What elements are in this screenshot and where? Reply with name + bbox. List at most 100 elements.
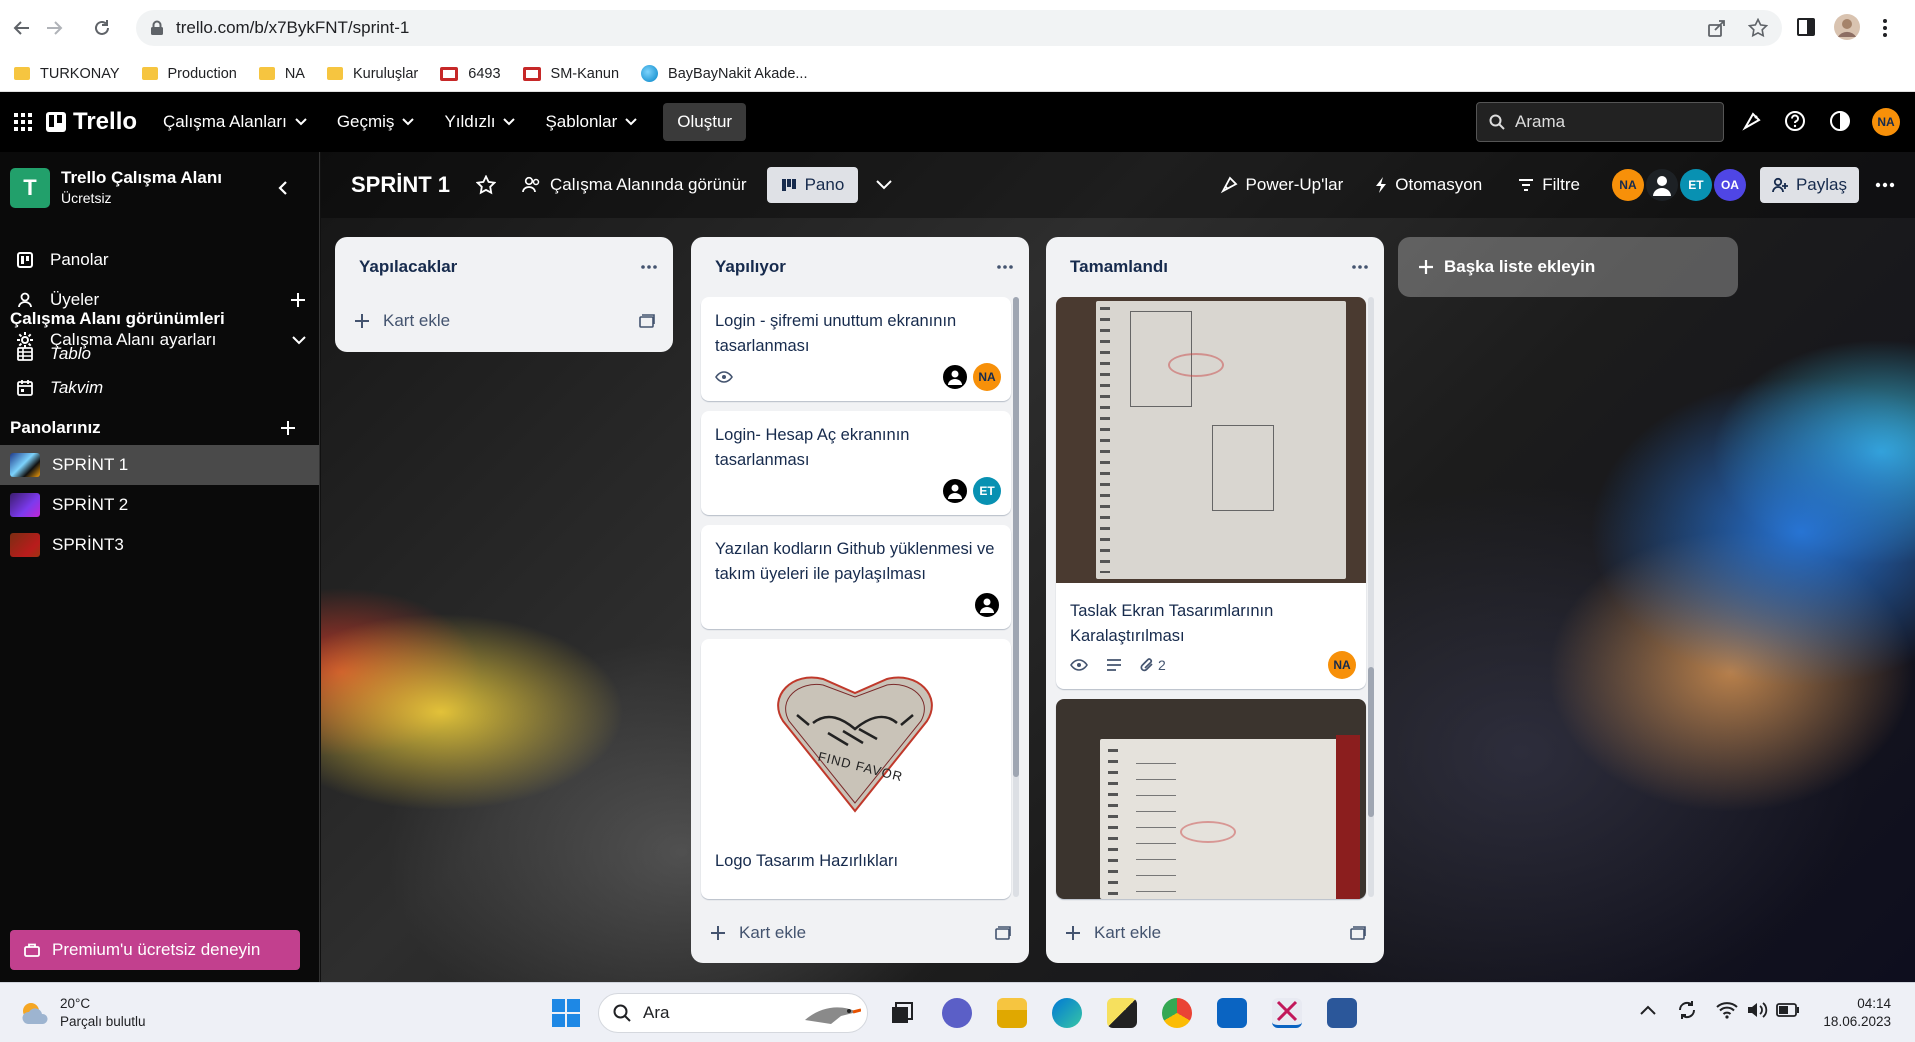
profile-avatar[interactable] [1834,14,1860,40]
add-board-button[interactable] [280,420,296,436]
list-title[interactable]: Yapılıyor [715,257,786,277]
bookmark-item[interactable]: Kuruluşlar [326,66,418,82]
browser-menu-icon[interactable] [1882,18,1888,38]
menu-templates[interactable]: Şablonlar [545,112,638,132]
card[interactable]: FIND FAVOR Logo Tasarım Hazırlıkları [701,639,1011,899]
card-template-button[interactable] [1350,926,1366,940]
sidebar-item-calendar[interactable]: Takvim [14,378,306,398]
member-avatar[interactable]: NA [1611,169,1644,201]
board-menu-button[interactable] [1875,182,1895,188]
card[interactable]: Taslak Ekran Tasarımlarının Karalaştırıl… [1056,297,1366,689]
task-view-icon[interactable] [887,998,917,1028]
trello-logo[interactable]: Trello [46,108,137,136]
list-menu-button[interactable] [997,265,1013,269]
sidebar-board-sprint3[interactable]: SPRİNT3 [0,525,319,565]
notifications-icon[interactable] [1741,110,1763,132]
share-button[interactable]: Paylaş [1759,167,1859,203]
battery-icon[interactable] [1776,1003,1800,1017]
add-card-button[interactable]: Kart ekle [1066,923,1366,943]
reload-icon [95,20,109,35]
list-scrollbar-thumb[interactable] [1368,667,1374,817]
collapse-sidebar-button[interactable] [278,180,288,196]
sidebar-board-sprint-2[interactable]: SPRİNT 2 [0,485,319,525]
search-input[interactable]: Arama [1476,102,1724,142]
list-menu-button[interactable] [1352,265,1368,269]
member-avatar[interactable]: OA [1713,169,1746,201]
star-board-button[interactable] [476,175,497,195]
list-menu-button[interactable] [641,265,657,269]
list-scrollbar-thumb[interactable] [1013,297,1019,777]
sidebar-item-table[interactable]: Tablo [14,344,306,364]
sidebar-item-members[interactable]: Üyeler [14,290,306,310]
chrome-icon[interactable] [1162,998,1192,1028]
help-icon[interactable] [1784,110,1806,132]
member-avatar[interactable] [973,591,1001,619]
member-avatar[interactable]: ET [1679,169,1712,201]
wifi-icon[interactable] [1716,1001,1738,1019]
board-title[interactable]: SPRİNT 1 [351,172,450,198]
bookmark-item[interactable]: NA [258,66,305,82]
menu-recent[interactable]: Geçmiş [337,112,415,132]
volume-icon[interactable] [1746,1001,1768,1019]
add-card-button[interactable]: Kart ekle [355,311,655,331]
automation-button[interactable]: Otomasyon [1375,175,1482,195]
create-button[interactable]: Oluştur [663,103,747,141]
card[interactable]: Yazılan kodların Github yüklenmesi ve ta… [701,525,1011,629]
app-switcher-icon[interactable] [14,113,32,131]
back-button[interactable] [8,14,36,42]
visibility-button[interactable]: Çalışma Alanında görünür [522,175,747,195]
card-template-button[interactable] [995,926,1011,940]
bookmark-item[interactable]: TURKONAY [14,66,120,82]
teams-icon[interactable] [942,998,972,1028]
bookmark-item[interactable]: SM-Kanun [522,66,619,82]
member-avatar[interactable] [941,363,969,391]
show-hidden-icons[interactable] [1640,1005,1656,1015]
card[interactable] [1056,699,1366,899]
member-avatar[interactable]: ET [973,477,1001,505]
sidebar-item-boards[interactable]: Panolar [14,250,306,270]
member-avatar[interactable] [1645,169,1678,201]
share-page-icon[interactable] [1707,18,1727,38]
start-button[interactable] [552,999,582,1029]
power-ups-button[interactable]: Power-Up'lar [1220,175,1343,195]
member-avatar[interactable] [941,477,969,505]
edge-icon[interactable] [1052,998,1082,1028]
view-board-button[interactable]: Pano [766,167,859,203]
word-icon[interactable] [1327,998,1357,1028]
bookmark-item[interactable]: 6493 [440,66,501,82]
more-icon [997,265,1013,269]
card[interactable]: Login- Hesap Aç ekranının tasarlanması E… [701,411,1011,515]
address-bar[interactable]: trello.com/b/x7BykFNT/sprint-1 [136,10,1782,46]
star-bookmark-icon[interactable] [1748,18,1768,38]
list-title[interactable]: Tamamlandı [1070,257,1168,277]
side-panel-icon[interactable] [1797,18,1815,36]
outlook-icon[interactable] [1217,998,1247,1028]
reload-button[interactable] [88,14,116,42]
member-avatar[interactable]: NA [1328,651,1356,679]
sync-icon[interactable] [1676,999,1698,1021]
user-avatar[interactable]: NA [1872,108,1900,136]
add-list-button[interactable]: Başka liste ekleyin [1398,237,1738,297]
premium-trial-button[interactable]: Premium'u ücretsiz deneyin [10,930,300,970]
card-template-button[interactable] [639,314,655,328]
member-avatar[interactable]: NA [973,363,1001,391]
bookmark-item[interactable]: Production [141,66,237,82]
menu-workspaces[interactable]: Çalışma Alanları [163,112,307,132]
taskbar-search[interactable]: Ara [598,993,868,1033]
add-card-button[interactable]: Kart ekle [711,923,1011,943]
snipping-tool-icon[interactable] [1272,998,1302,1028]
sticky-notes-icon[interactable] [1107,998,1137,1028]
theme-toggle-icon[interactable] [1829,110,1851,132]
system-clock[interactable]: 04:14 18.06.2023 [1823,995,1891,1031]
forward-button[interactable] [40,14,68,42]
list-title[interactable]: Yapılacaklar [359,257,457,277]
card[interactable]: Login - şifremi unuttum ekranının tasarl… [701,297,1011,401]
bookmark-item[interactable]: BayBayNakit Akade... [641,65,807,82]
add-member-button[interactable] [290,292,306,308]
menu-starred[interactable]: Yıldızlı [444,112,516,132]
views-dropdown-button[interactable] [876,180,893,190]
sidebar-board-sprint-1[interactable]: SPRİNT 1 [0,445,319,485]
weather-widget[interactable]: 20°C Parçalı bulutlu [20,995,146,1031]
file-explorer-icon[interactable] [997,998,1027,1028]
filter-button[interactable]: Filtre [1518,175,1580,195]
